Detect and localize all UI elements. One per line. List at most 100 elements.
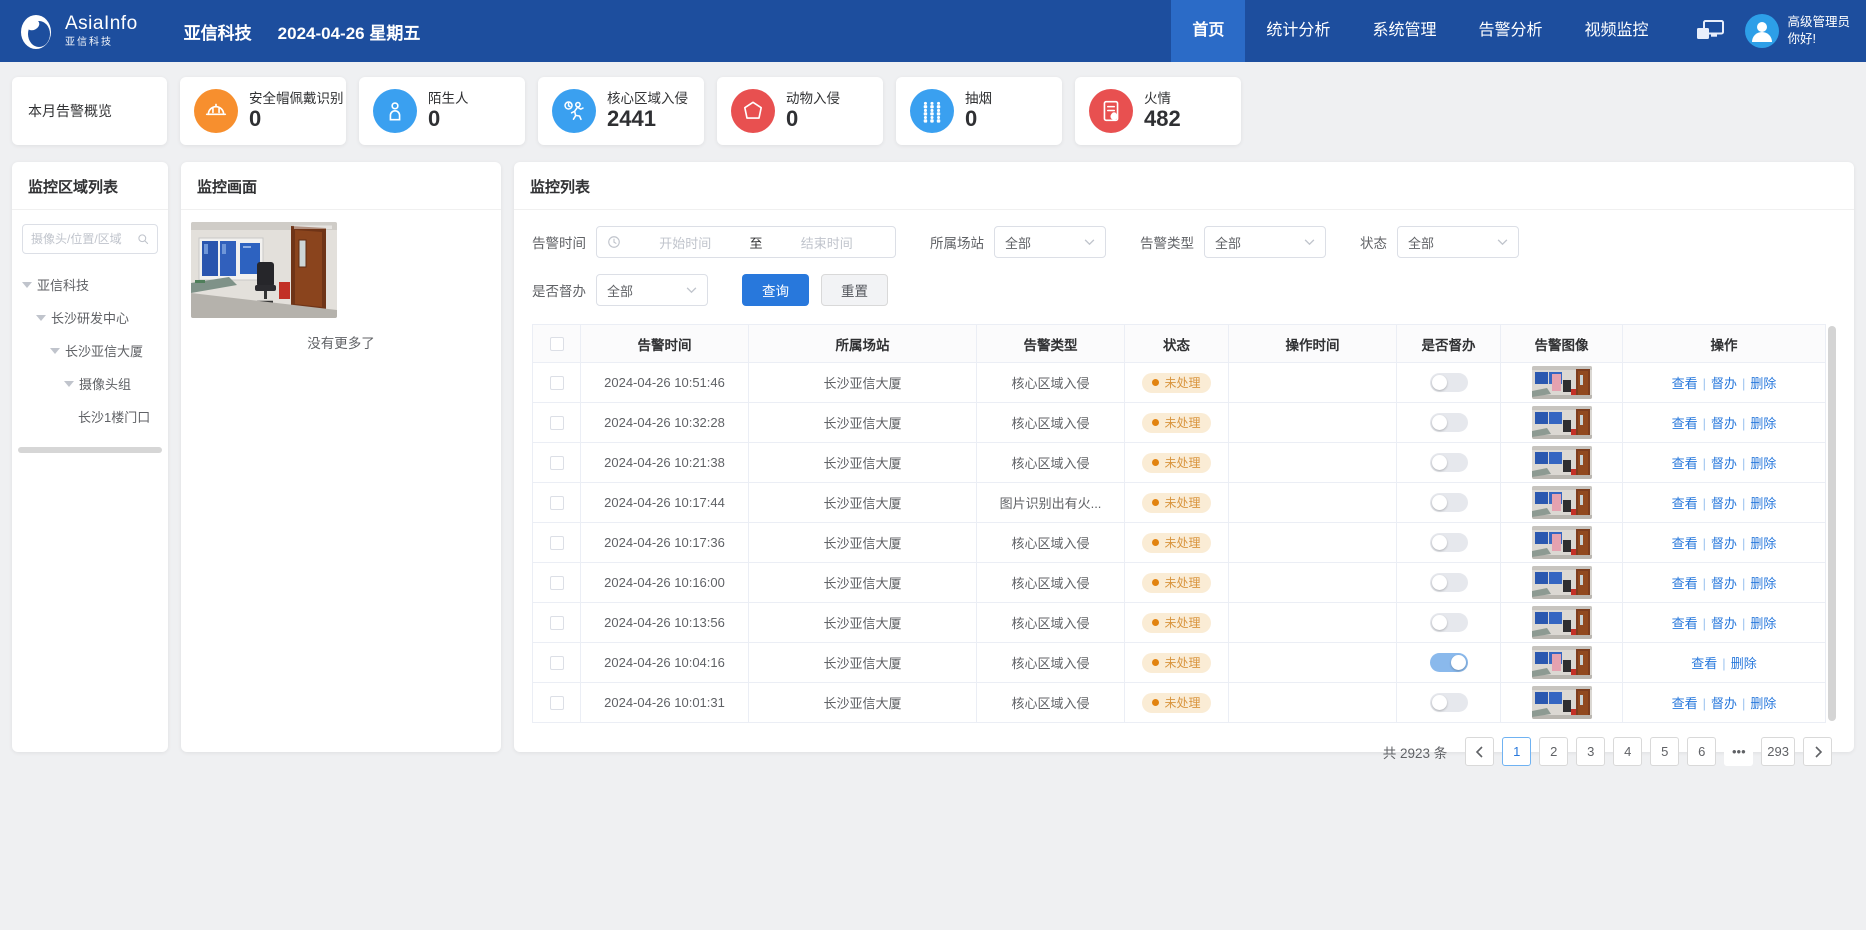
row-checkbox[interactable] [550,416,564,430]
row-action-delete[interactable]: 删除 [1750,576,1776,591]
row-action-view[interactable]: 查看 [1672,696,1698,711]
row-action-view[interactable]: 查看 [1672,616,1698,631]
page-button-5[interactable]: 5 [1650,737,1679,766]
row-action-supervise[interactable]: 督办 [1711,456,1737,471]
select-all-checkbox[interactable] [550,337,564,351]
row-action-delete[interactable]: 删除 [1750,376,1776,391]
menu-item-home[interactable]: 首页 [1171,0,1245,62]
alert-thumbnail-image[interactable] [1532,526,1592,559]
row-checkbox[interactable] [550,696,564,710]
row-checkbox[interactable] [550,656,564,670]
top-navbar: AsiaInfo 亚信科技 亚信科技 2024-04-26 星期五 首页 统计分… [0,0,1866,62]
type-select[interactable]: 全部 [1204,226,1326,258]
tree-horizontal-scrollbar[interactable] [18,447,162,453]
start-time-placeholder[interactable]: 开始时间 [627,233,744,252]
search-icon[interactable] [137,232,149,246]
row-action-supervise[interactable]: 督办 [1711,576,1737,591]
supervise-toggle[interactable] [1430,373,1468,392]
row-action-view[interactable]: 查看 [1672,576,1698,591]
row-action-supervise[interactable]: 督办 [1711,416,1737,431]
page-button-1[interactable]: 1 [1502,737,1531,766]
prev-page-button[interactable] [1465,737,1494,766]
row-checkbox[interactable] [550,536,564,550]
row-checkbox[interactable] [550,616,564,630]
row-action-view[interactable]: 查看 [1691,656,1717,671]
camera-snapshot-image[interactable] [191,222,337,318]
row-action-view[interactable]: 查看 [1672,456,1698,471]
region-search-input[interactable] [31,232,133,246]
row-action-view[interactable]: 查看 [1672,496,1698,511]
alert-thumbnail-image[interactable] [1532,686,1592,719]
caret-down-icon[interactable] [50,348,60,354]
row-action-supervise[interactable]: 督办 [1711,696,1737,711]
row-action-delete[interactable]: 删除 [1750,456,1776,471]
table-vertical-scrollbar[interactable] [1828,326,1836,721]
row-action-view[interactable]: 查看 [1672,536,1698,551]
row-action-delete[interactable]: 删除 [1731,656,1757,671]
supervise-toggle[interactable] [1430,653,1468,672]
tree-item[interactable]: 摄像头组 [12,367,168,400]
page-button-last[interactable]: 293 [1761,737,1795,766]
page-button-2[interactable]: 2 [1539,737,1568,766]
row-action-delete[interactable]: 删除 [1750,416,1776,431]
reset-button[interactable]: 重置 [821,274,888,306]
row-action-view[interactable]: 查看 [1672,376,1698,391]
menu-item-statistics[interactable]: 统计分析 [1245,0,1351,62]
menu-item-system[interactable]: 系统管理 [1351,0,1457,62]
supervise-toggle[interactable] [1430,693,1468,712]
row-alert-time: 2024-04-26 10:17:44 [581,483,749,523]
row-checkbox[interactable] [550,496,564,510]
row-action-view[interactable]: 查看 [1672,416,1698,431]
alert-time-label: 告警时间 [532,232,586,252]
menu-item-alert-analysis[interactable]: 告警分析 [1457,0,1563,62]
tree-item[interactable]: 亚信科技 [12,268,168,301]
screens-icon[interactable] [1695,19,1725,43]
tree-item[interactable]: 长沙1楼门口 [12,400,168,433]
row-op-time [1229,643,1397,683]
user-avatar[interactable] [1745,14,1779,48]
page-button-4[interactable]: 4 [1613,737,1642,766]
row-action-delete[interactable]: 删除 [1750,536,1776,551]
alert-thumbnail-image[interactable] [1532,366,1592,399]
row-action-supervise[interactable]: 督办 [1711,536,1737,551]
alert-thumbnail-image[interactable] [1532,646,1592,679]
row-action-delete[interactable]: 删除 [1750,496,1776,511]
end-time-placeholder[interactable]: 结束时间 [769,233,886,252]
supervise-toggle[interactable] [1430,493,1468,512]
row-action-delete[interactable]: 删除 [1750,616,1776,631]
station-select[interactable]: 全部 [994,226,1106,258]
caret-down-icon[interactable] [36,315,46,321]
pagination: 共 2923 条 1 2 3 4 5 6 ••• 293 [514,723,1854,782]
row-action-delete[interactable]: 删除 [1750,696,1776,711]
next-page-button[interactable] [1803,737,1832,766]
row-action-supervise[interactable]: 督办 [1711,496,1737,511]
page-button-3[interactable]: 3 [1576,737,1605,766]
alert-thumbnail-image[interactable] [1532,406,1592,439]
menu-item-video-monitor[interactable]: 视频监控 [1563,0,1669,62]
caret-down-icon[interactable] [64,381,74,387]
search-button[interactable]: 查询 [742,274,809,306]
supervise-toggle[interactable] [1430,533,1468,552]
supervise-toggle[interactable] [1430,573,1468,592]
supervise-toggle[interactable] [1430,453,1468,472]
page-button-6[interactable]: 6 [1687,737,1716,766]
alert-thumbnail-image[interactable] [1532,606,1592,639]
supervise-select[interactable]: 全部 [596,274,708,306]
tree-item[interactable]: 长沙亚信大厦 [12,334,168,367]
alert-thumbnail-image[interactable] [1532,486,1592,519]
row-alert-time: 2024-04-26 10:32:28 [581,403,749,443]
tree-item[interactable]: 长沙研发中心 [12,301,168,334]
row-action-supervise[interactable]: 督办 [1711,616,1737,631]
supervise-toggle[interactable] [1430,613,1468,632]
row-action-supervise[interactable]: 督办 [1711,376,1737,391]
row-checkbox[interactable] [550,456,564,470]
alert-thumbnail-image[interactable] [1532,566,1592,599]
date-range-picker[interactable]: 开始时间 至 结束时间 [596,226,896,258]
caret-down-icon[interactable] [22,282,32,288]
more-pages-button[interactable]: ••• [1724,737,1753,766]
alert-thumbnail-image[interactable] [1532,446,1592,479]
row-checkbox[interactable] [550,376,564,390]
supervise-toggle[interactable] [1430,413,1468,432]
row-checkbox[interactable] [550,576,564,590]
status-select[interactable]: 全部 [1397,226,1519,258]
